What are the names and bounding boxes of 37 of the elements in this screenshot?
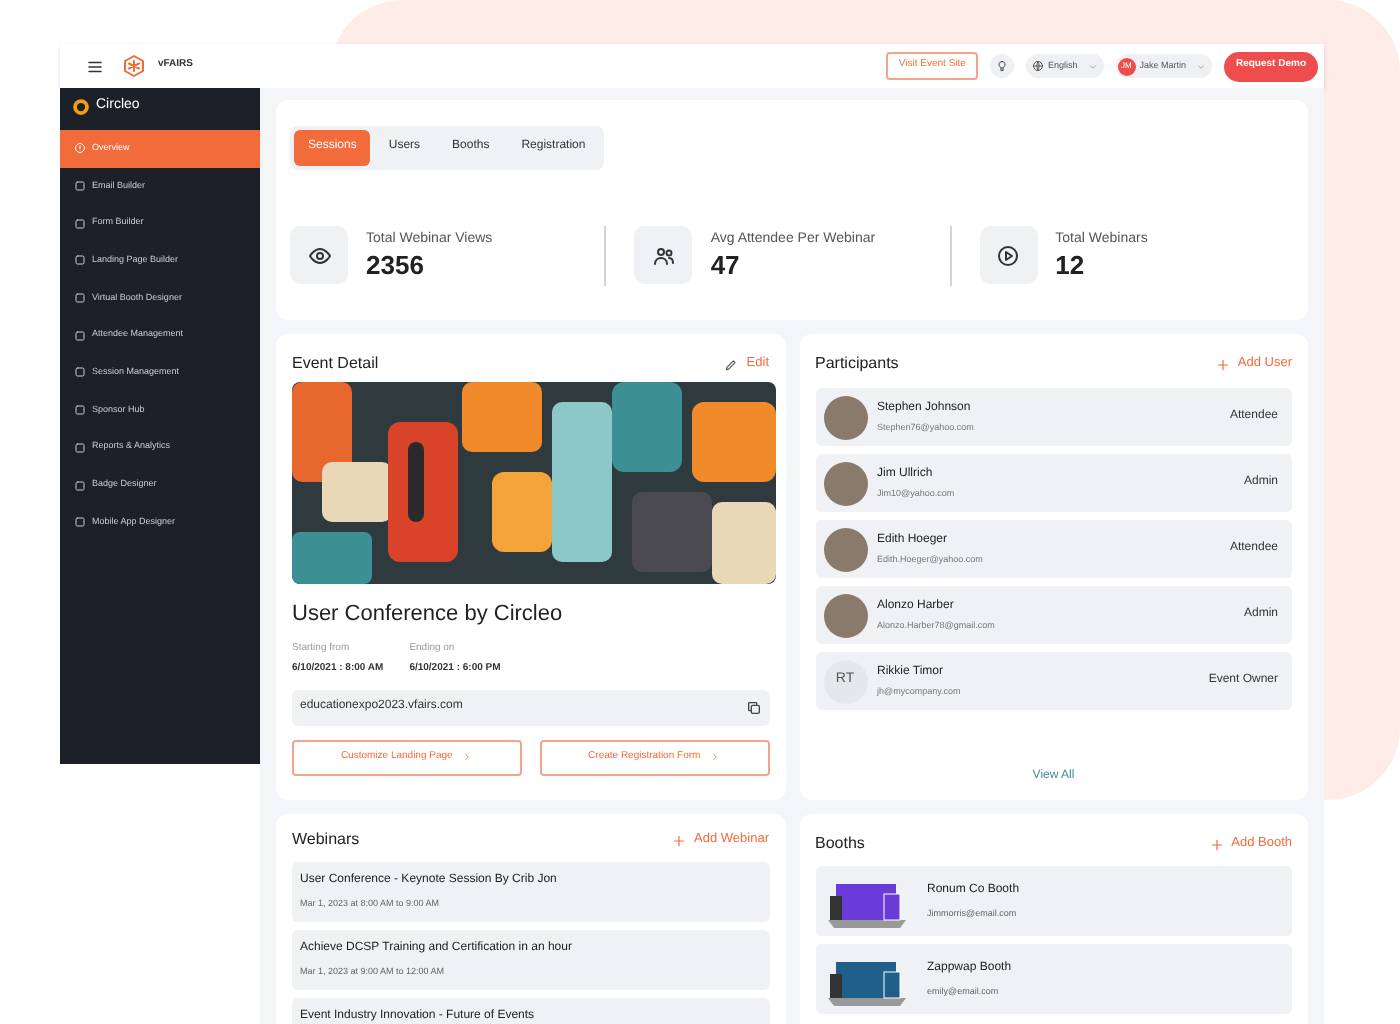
square-icon: [74, 292, 86, 305]
square-icon: [74, 180, 86, 193]
plus-icon: [1215, 357, 1230, 371]
plus-icon: [672, 833, 687, 847]
square-icon: [74, 404, 86, 417]
square-icon: [74, 516, 86, 529]
pencil-icon: [724, 357, 739, 371]
square-icon: [74, 254, 86, 267]
chevron-right-icon: [462, 752, 473, 762]
copy-icon: [745, 699, 761, 715]
stat-value: 2356: [366, 250, 426, 282]
info-icon: [74, 142, 86, 155]
card-title: Webinars: [292, 828, 360, 852]
card-title: Event Detail: [292, 352, 379, 376]
lightbulb-icon: [995, 60, 1008, 72]
event-name: User Conference by Circleo: [292, 600, 565, 630]
card-title: Participants: [815, 352, 899, 376]
hexagon-logo-icon: [122, 54, 146, 78]
menu-icon: [86, 57, 104, 75]
square-icon: [74, 366, 86, 379]
globe-icon: [1031, 60, 1044, 72]
stat-value: 47: [710, 250, 742, 282]
chevron-right-icon: [710, 752, 721, 762]
square-icon: [74, 217, 86, 230]
stat-value: 12: [1055, 250, 1087, 282]
square-icon: [74, 329, 86, 342]
play-circle-icon: [996, 243, 1021, 268]
square-icon: [74, 441, 86, 454]
lightbulb-button[interactable]: [989, 54, 1014, 78]
ring-logo-icon: [72, 97, 90, 115]
eye-icon: [307, 243, 331, 268]
chevron-down-icon: [1195, 61, 1206, 71]
card-title: Booths: [815, 832, 865, 856]
plus-icon: [1209, 837, 1224, 851]
chevron-down-icon: [1087, 61, 1098, 71]
square-icon: [74, 479, 86, 492]
people-icon: [651, 243, 676, 268]
